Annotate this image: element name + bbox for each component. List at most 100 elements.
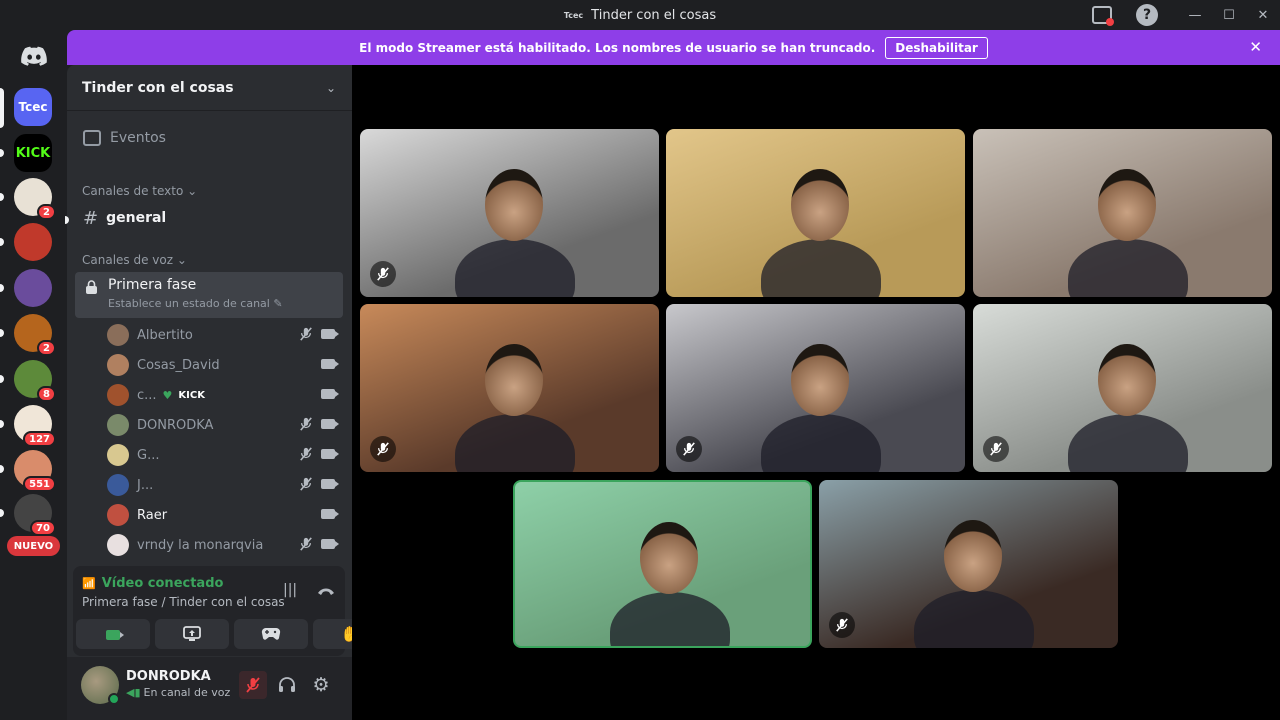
server-icon[interactable] [14,269,52,307]
voice-member[interactable]: Raer [107,502,343,528]
participant-silhouette [914,590,1034,648]
video-tile[interactable] [973,129,1272,297]
discord-logo-icon [21,46,47,66]
screen-share-button[interactable] [155,619,229,649]
video-tile[interactable] [513,480,812,648]
maximize-button[interactable]: ☐ [1212,0,1246,30]
minimize-button[interactable]: — [1178,0,1212,30]
text-channels-category[interactable]: Canales de texto ⌄ [82,184,197,198]
headphones-icon [279,677,295,692]
noise-suppression-icon[interactable]: ||| [283,582,297,598]
activities-button[interactable] [234,619,308,649]
camera-icon [321,359,339,369]
new-badge[interactable]: NUEVO [7,536,60,556]
voice-channels-category[interactable]: Canales de voz ⌄ [82,253,187,267]
channel-sidebar: Tinder con el cosas ⌄ Eventos Canales de… [65,65,387,720]
avatar [107,384,129,406]
server-icon[interactable]: 2 [14,314,56,356]
mention-badge: 551 [23,476,56,492]
channel-status-prompt[interactable]: Establece un estado de canal ✎ [108,297,343,310]
events-item[interactable]: Eventos [75,123,343,153]
unread-indicator [0,420,4,428]
disconnect-icon[interactable] [317,584,335,600]
voice-member[interactable]: DONRODKA [107,412,343,438]
lock-icon [86,280,97,294]
events-label: Eventos [110,130,166,146]
server-icon[interactable]: KICK [14,134,52,172]
server-icon[interactable]: 2 [14,178,56,220]
deafen-button[interactable] [273,671,301,699]
camera-button[interactable] [76,619,150,649]
member-status-icons [321,357,339,369]
voice-signal-icon: ◀▮ [126,686,141,699]
username[interactable]: DONRODKA [126,669,211,684]
member-status-icons [299,417,339,431]
voice-location[interactable]: Primera fase / Tinder con el cosas [82,595,285,609]
video-tile[interactable] [666,304,965,472]
mute-microphone-button[interactable] [239,671,267,699]
video-tile[interactable] [666,129,965,297]
settings-gear-icon[interactable]: ⚙ [307,671,335,699]
unread-indicator [0,193,4,201]
user-panel: DONRODKA ◀▮ En canal de voz ⚙ [67,657,352,720]
avatar [107,534,129,556]
disable-streamer-mode-button[interactable]: Deshabilitar [885,36,988,59]
participant-silhouette [1068,239,1188,297]
voice-member[interactable]: Cosas_David [107,352,343,378]
server-icon[interactable]: 551 [14,450,56,492]
title-bar: Tcec Tinder con el cosas ? — ☐ ✕ [0,0,1280,30]
mic-off-icon [370,261,396,287]
participant-silhouette [761,239,881,297]
server-icon[interactable]: 8 [14,360,56,402]
mention-badge: 2 [37,340,56,356]
member-status-icons [321,387,339,399]
video-tile[interactable] [360,129,659,297]
close-banner-icon[interactable]: ✕ [1249,38,1262,56]
window-controls: ? — ☐ ✕ [1092,0,1280,30]
inbox-icon[interactable] [1092,6,1114,26]
server-icon[interactable]: 70 [14,494,56,536]
pencil-icon: ✎ [273,297,283,310]
voice-member[interactable]: c... ♥ KICK [107,382,343,408]
participant-head [1098,169,1156,241]
video-tile[interactable] [819,480,1118,648]
chevron-down-icon: ⌄ [325,80,336,95]
avatar [107,474,129,496]
participant-head [485,169,543,241]
avatar [107,414,129,436]
heart-icon: ♥ [162,388,173,402]
voice-member[interactable]: J... [107,472,343,498]
unread-indicator [0,149,4,157]
close-window-button[interactable]: ✕ [1246,0,1280,30]
video-tile[interactable] [973,304,1272,472]
member-status-icons [299,447,339,461]
member-name: G... [137,447,160,463]
voice-channel-primera-fase[interactable]: Primera fase Establece un estado de cana… [75,272,343,318]
voice-member[interactable]: G... [107,442,343,468]
mic-off-icon [300,447,312,461]
discord-home-button[interactable] [14,36,54,76]
member-status-icons [299,477,339,491]
text-channel-general[interactable]: # general [75,205,343,231]
participant-silhouette [610,592,730,646]
participant-head [791,344,849,416]
chevron-down-icon: ⌄ [187,184,198,198]
mic-off-icon [300,417,312,431]
gamepad-icon [261,627,281,640]
voice-member[interactable]: Albertito [107,322,343,348]
avatar [107,354,129,376]
voice-status[interactable]: 📶 Vídeo conectado [82,576,223,591]
server-rail: Tcec KICK 2 2 8 127 551 70 NUEVO [0,30,67,720]
help-icon[interactable]: ? [1136,4,1158,26]
server-icon[interactable] [14,223,52,261]
video-tile[interactable] [360,304,659,472]
guild-name: Tinder con el cosas [82,79,234,96]
calendar-icon [83,130,101,146]
signal-icon: 📶 [82,577,96,590]
avatar [107,324,129,346]
guild-header[interactable]: Tinder con el cosas ⌄ [67,65,352,111]
voice-member[interactable]: vrndy la monarqvia [107,532,343,558]
server-icon[interactable]: Tcec [14,88,52,126]
participant-silhouette [1068,414,1188,472]
server-icon[interactable]: 127 [14,405,56,447]
